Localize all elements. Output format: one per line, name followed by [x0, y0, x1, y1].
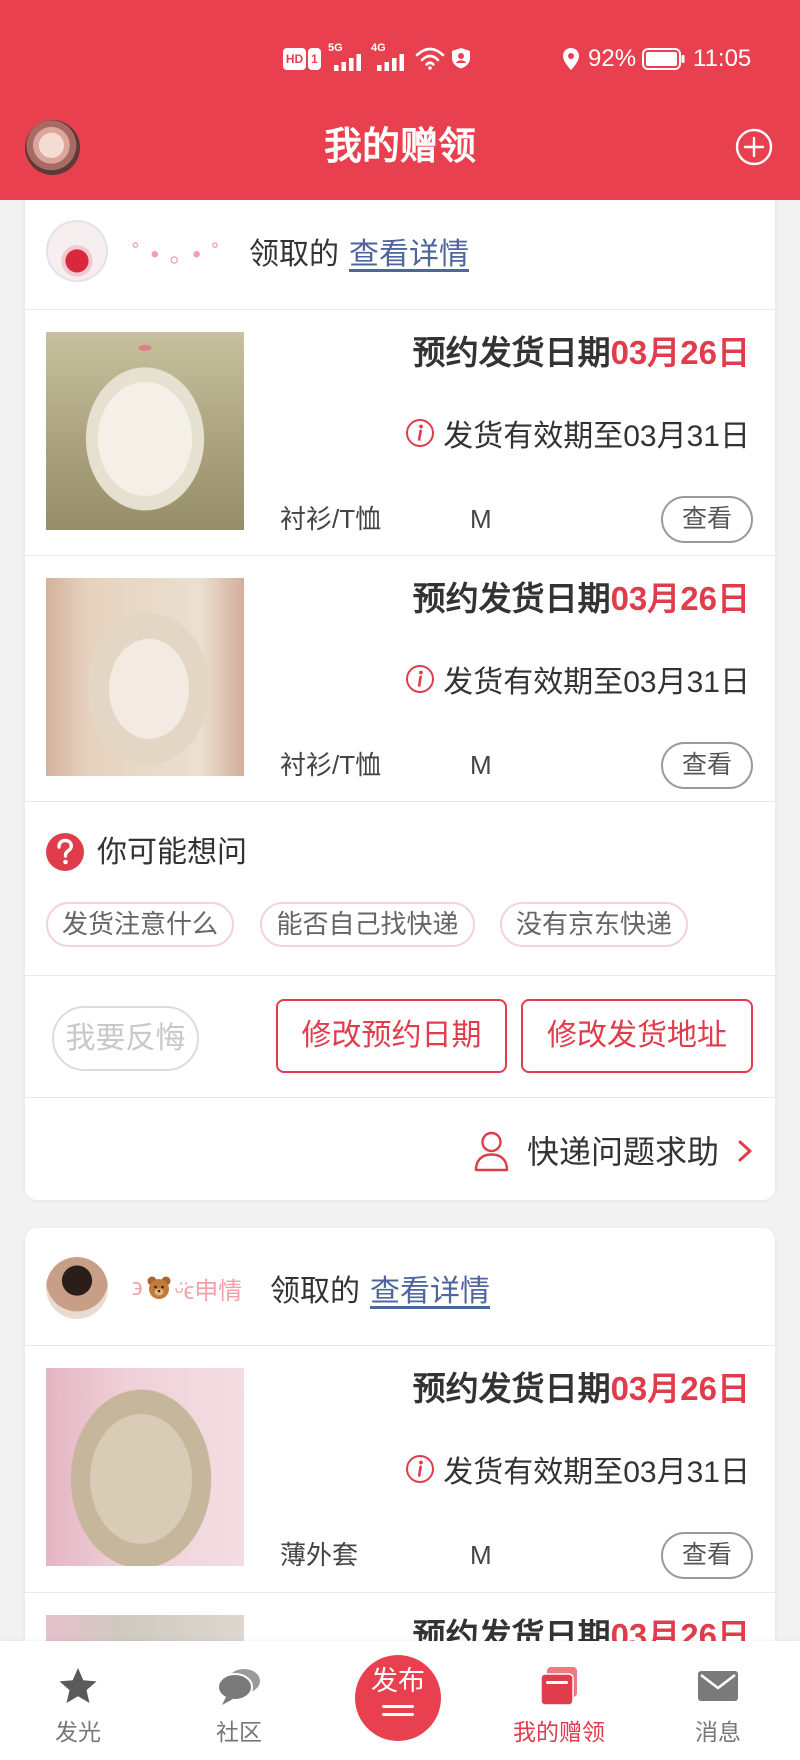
mail-icon [698, 1671, 738, 1701]
sim-badge: 1 [308, 48, 321, 70]
person-icon [474, 1131, 509, 1172]
regret-button[interactable]: 我要反悔 [52, 1006, 199, 1071]
validity-text: 发货有效期至03月31日 [443, 666, 750, 699]
item-size: M [470, 750, 492, 780]
product-image[interactable] [46, 332, 244, 530]
ship-date-line: 预约发货日期03月26日 [413, 1368, 750, 1410]
item-category: 衬衫/T恤 [280, 750, 382, 780]
network-1-signal: 5G [328, 43, 368, 71]
delivery-help-label: 快递问题求助 [527, 1134, 720, 1170]
product-image[interactable] [46, 578, 244, 776]
change-date-button[interactable]: 修改预约日期 [276, 999, 507, 1073]
publish-line-icon [382, 1705, 414, 1708]
validity-text: 发货有效期至03月31日 [443, 420, 750, 453]
gift-item: 预约发货日期03月26日 发货有效期至03月31日 衬衫/T恤 M 查看 [25, 309, 775, 555]
claimer-name: ϶ ᵕ̈ϵ申情 [132, 1271, 260, 1306]
app-screen: HD 1 5G 4G 92% 11:05 我的赠领 ˚ • ｡ • ˚ 领取的 … [0, 0, 800, 1760]
ship-date-label: 预约发货日期 [412, 580, 611, 617]
nav-label: 社区 [216, 1719, 262, 1745]
claimer-row: ˚ • ｡ • ˚ 领取的 查看详情 [25, 220, 775, 282]
battery-percent: 92% [588, 45, 637, 72]
gift-cards-icon [540, 1667, 577, 1706]
view-button[interactable]: 查看 [661, 742, 753, 789]
ship-date-label: 预约发货日期 [412, 334, 611, 371]
item-category: 衬衫/T恤 [280, 504, 382, 534]
location-icon [563, 48, 579, 70]
ship-date-value: 03月26日 [610, 334, 750, 371]
validity-line: 发货有效期至03月31日 [405, 1449, 750, 1489]
ship-date-value: 03月26日 [610, 1370, 750, 1407]
shield-icon [452, 48, 470, 69]
view-details-link[interactable]: 查看详情 [349, 229, 469, 273]
clock: 11:05 [693, 45, 752, 72]
hd-badge: HD [283, 48, 306, 70]
bear-emoji-icon [147, 1276, 171, 1299]
publish-button[interactable]: 发布 [355, 1655, 441, 1741]
faq-title: 你可能想问 [97, 836, 247, 869]
info-icon [406, 1455, 435, 1483]
chevron-right-icon [738, 1140, 752, 1162]
network-2-signal: 4G [371, 43, 411, 71]
battery-icon [642, 48, 685, 70]
nav-item-community[interactable]: 社区 [169, 1641, 309, 1760]
view-button[interactable]: 查看 [661, 1532, 753, 1579]
wifi-icon [415, 47, 445, 70]
view-button[interactable]: 查看 [661, 496, 753, 543]
change-address-button[interactable]: 修改发货地址 [521, 999, 753, 1073]
ship-date-line: 预约发货日期03月26日 [413, 332, 750, 374]
info-icon [406, 419, 435, 447]
faq-section: 你可能想问 发货注意什么 能否自己找快递 没有京东快递 [25, 801, 775, 975]
claimer-name-prefix: ϶ [132, 1274, 143, 1301]
star-icon [59, 1668, 97, 1703]
signal-icon [377, 54, 404, 71]
nav-item-glow[interactable]: 发光 [8, 1641, 148, 1760]
top-bar: HD 1 5G 4G 92% 11:05 我的赠领 [0, 0, 800, 200]
faq-chip[interactable]: 发货注意什么 [46, 902, 234, 947]
faq-chip[interactable]: 能否自己找快递 [260, 902, 475, 947]
nav-label: 发光 [55, 1719, 101, 1745]
bottom-nav: 发光 社区 发布 我的赠领 消息 [0, 1641, 800, 1760]
claimer-name: ˚ • ｡ • ˚ [132, 240, 222, 268]
ship-date-label: 预约发货日期 [412, 1370, 611, 1407]
gift-item: 预约发货日期03月26日 发货有效期至03月31日 薄外套 M 查看 [25, 1345, 775, 1591]
publish-label: 发布 [371, 1666, 425, 1696]
ship-date-value: 03月26日 [610, 580, 750, 617]
question-icon [46, 833, 84, 871]
info-icon [406, 665, 435, 693]
view-details-link[interactable]: 查看详情 [370, 1266, 490, 1310]
chat-icon [217, 1669, 260, 1705]
claimer-avatar[interactable] [46, 220, 108, 282]
delivery-help-row[interactable]: 快递问题求助 [25, 1097, 775, 1200]
claim-line: ˚ • ｡ • ˚ 领取的 查看详情 [132, 231, 469, 271]
signal-icon [334, 54, 361, 71]
nav-label: 我的赠领 [513, 1719, 605, 1745]
faq-chip[interactable]: 没有京东快递 [500, 902, 688, 947]
publish-line-icon [382, 1713, 414, 1716]
claimed-label: 领取的 [270, 1275, 360, 1308]
validity-line: 发货有效期至03月31日 [405, 659, 750, 699]
nav-item-messages[interactable]: 消息 [648, 1641, 788, 1760]
validity-line: 发货有效期至03月31日 [405, 413, 750, 453]
ship-date-line: 预约发货日期03月26日 [413, 578, 750, 620]
claim-line: ϶ ᵕ̈ϵ申情 领取的 查看详情 [132, 1268, 490, 1308]
claimer-row: ϶ ᵕ̈ϵ申情 领取的 查看详情 [25, 1257, 775, 1319]
plus-circle-icon[interactable] [735, 128, 773, 166]
claimer-name-suffix: ᵕ̈ϵ申情 [174, 1277, 243, 1305]
claimer-avatar[interactable] [46, 1257, 108, 1319]
item-size: M [470, 1540, 492, 1570]
nav-item-my-gifts[interactable]: 我的赠领 [489, 1641, 629, 1760]
gift-item: 预约发货日期03月26日 发货有效期至03月31日 衬衫/T恤 M 查看 [25, 555, 775, 801]
item-category: 薄外套 [280, 1540, 359, 1570]
order-actions: 我要反悔 修改预约日期 修改发货地址 [25, 975, 775, 1097]
product-image[interactable] [46, 1368, 244, 1566]
item-size: M [470, 504, 492, 534]
nav-label: 消息 [695, 1719, 741, 1745]
page-title: 我的赠领 [323, 126, 476, 168]
claimed-label: 领取的 [249, 238, 339, 271]
order-card: ˚ • ｡ • ˚ 领取的 查看详情 预约发货日期03月26日 发货有效期至03… [25, 180, 775, 1200]
validity-text: 发货有效期至03月31日 [443, 1456, 750, 1489]
